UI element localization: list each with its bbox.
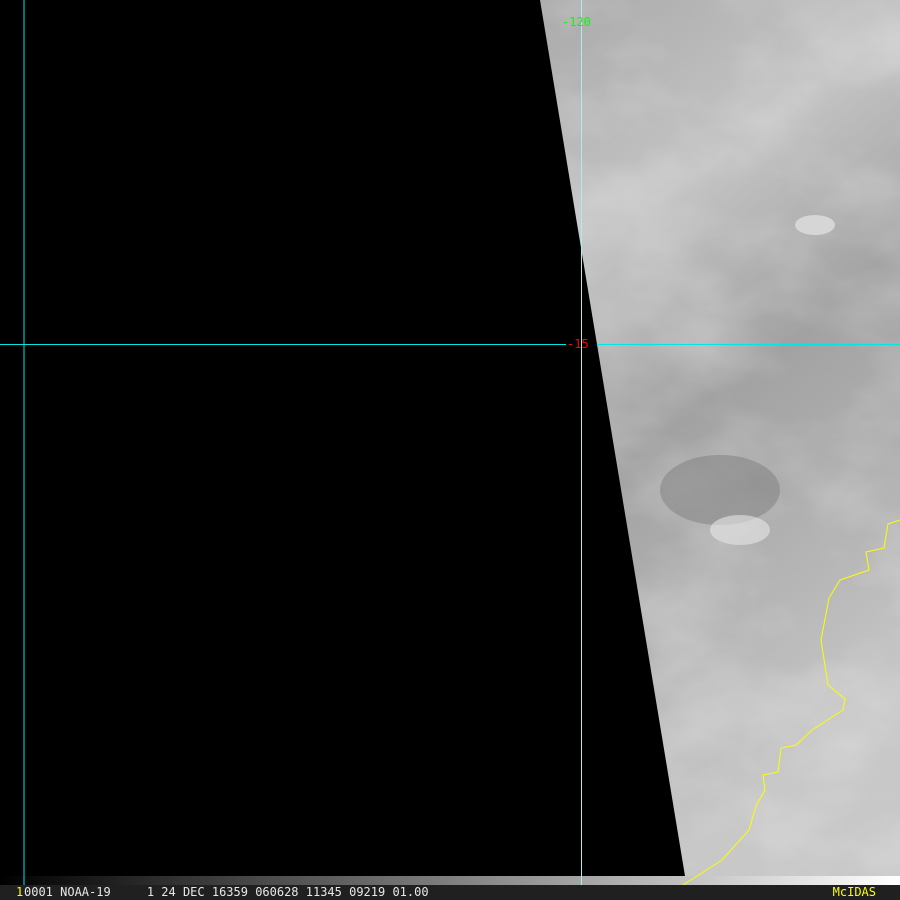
longitude-label: -120 bbox=[562, 15, 591, 29]
latitude-label: -15 bbox=[567, 337, 589, 351]
frame-number: 1 bbox=[16, 885, 24, 899]
cloud-swath bbox=[540, 0, 900, 876]
image-info: 0001 NOAA-19 1 24 DEC 16359 060628 11345… bbox=[24, 885, 429, 899]
status-bar: 1 0001 NOAA-19 1 24 DEC 16359 060628 113… bbox=[0, 885, 900, 900]
grayscale-bar bbox=[0, 876, 900, 885]
satellite-image-viewer: -120 -15 1 0001 NOAA-19 1 24 DEC 16359 0… bbox=[0, 0, 900, 900]
satellite-image bbox=[0, 0, 900, 886]
mcidas-brand: McIDAS bbox=[832, 885, 876, 899]
